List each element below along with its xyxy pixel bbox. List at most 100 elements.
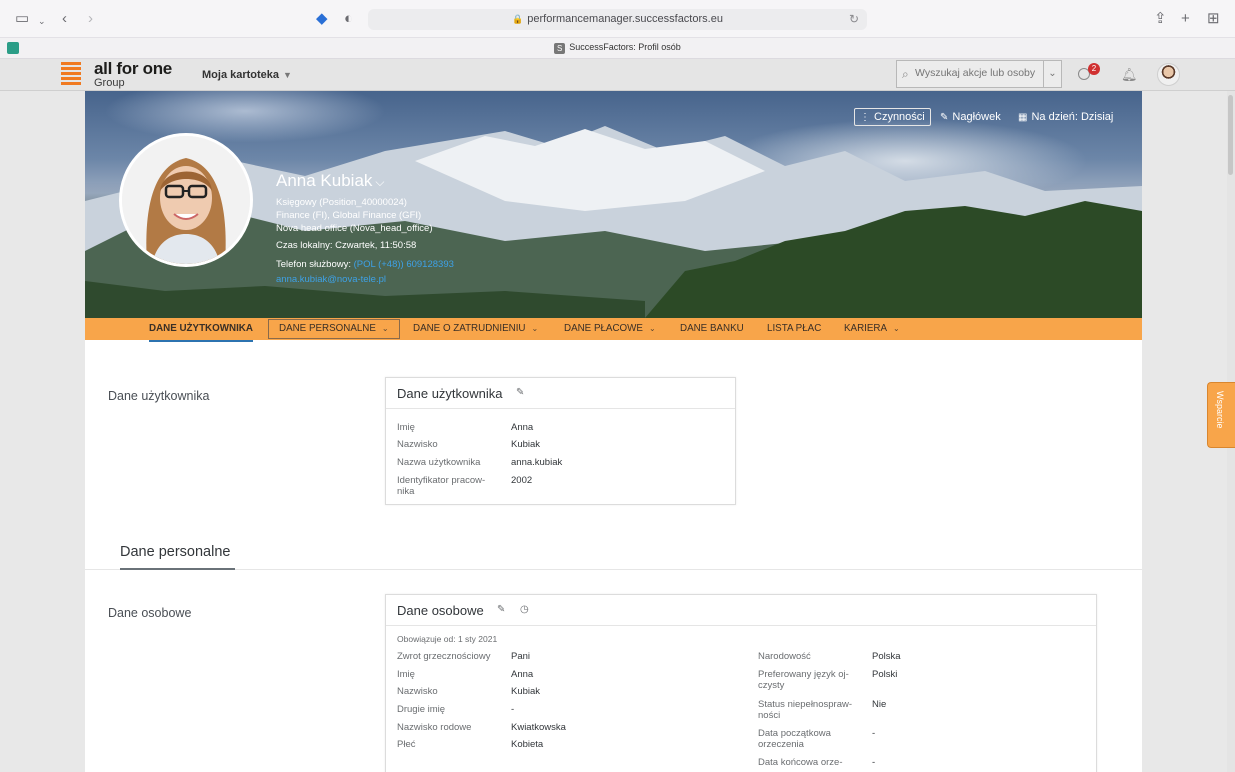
field-value: -: [872, 728, 876, 739]
field-label: Nazwisko: [397, 686, 438, 697]
valid-from-text: Obowiązuje od: 1 sty 2021: [397, 634, 498, 644]
module-menu[interactable]: Moja kartoteka ▼: [202, 69, 292, 81]
pencil-icon[interactable]: ✎: [516, 387, 524, 398]
field-value: Kwiatkowska: [511, 722, 566, 733]
field-value: Anna: [511, 669, 534, 680]
address-bar[interactable]: 🔒 performancemanager.successfactors.eu ↻: [368, 9, 867, 30]
forward-arrow-icon[interactable]: ›: [88, 10, 93, 28]
sidebar-toggle-icon[interactable]: ▭: [15, 10, 29, 28]
field-label-continued: orzeczenia: [758, 739, 804, 750]
employee-position: Księgowy (Position_40000024): [276, 197, 407, 208]
global-search[interactable]: ⌕ ⌄: [896, 60, 1062, 88]
scrollbar-thumb[interactable]: [1228, 95, 1233, 175]
field-value: anna.kubiak: [511, 457, 563, 468]
tab-label: DANE PERSONALNE: [279, 323, 376, 334]
field-label: Narodowość: [758, 651, 811, 662]
employee-email: anna.kubiak@nova-tele.pl: [276, 273, 386, 286]
page-gutter-left: [0, 91, 85, 772]
personal-data-card: Dane osobowe ✎ ◷ Obowiązuje od: 1 sty 20…: [385, 594, 1097, 772]
email-link[interactable]: anna.kubiak@nova-tele.pl: [276, 274, 386, 285]
tab-label: DANE UŻYTKOWNIKA: [149, 323, 253, 334]
employee-name-text: Anna Kubiak: [276, 171, 373, 190]
field-label: Imię: [397, 422, 415, 433]
card-title: Dane użytkownika: [397, 386, 503, 401]
company-logo-icon[interactable]: [61, 62, 81, 88]
field-value: Kobieta: [511, 739, 544, 750]
employee-name[interactable]: Anna Kubiak ⌵: [276, 171, 385, 191]
calendar-icon: ▦: [1018, 112, 1028, 123]
field-label: Identyfikator pracow-: [397, 475, 486, 486]
phone-label: Telefon służbowy:: [276, 259, 351, 270]
chevron-down-icon: ⌄: [381, 324, 389, 333]
search-dropdown-icon[interactable]: ⌄: [1043, 61, 1061, 87]
header-edit-label: Nagłówek: [952, 111, 1001, 123]
chevron-down-icon: ⌄: [531, 324, 539, 333]
tab-label: DANE BANKU: [680, 323, 744, 334]
tab-lista-plac[interactable]: LISTA PŁAC: [767, 318, 821, 340]
field-label-continued: ności: [758, 710, 781, 721]
header-edit-button[interactable]: ✎ Nagłówek: [940, 108, 1001, 126]
user-avatar[interactable]: [1157, 63, 1180, 86]
employee-department: Finance (FI), Global Finance (GFI): [276, 210, 422, 221]
as-of-date-label: Na dzień: Dzisiaj: [1031, 111, 1114, 123]
card-header: Dane użytkownika ✎: [386, 378, 735, 409]
field-value: Kubiak: [511, 439, 541, 450]
tab-label: KARIERA: [844, 323, 888, 334]
tab-title: SuccessFactors: Profil osób: [569, 42, 681, 52]
search-input[interactable]: [915, 67, 1043, 79]
chevron-down-icon[interactable]: ⌄: [38, 12, 46, 30]
back-arrow-icon[interactable]: ‹: [62, 10, 67, 28]
field-label: Data początkowa: [758, 728, 831, 739]
notification-bell-icon[interactable]: 🔔︎: [1121, 67, 1138, 83]
card-title: Dane osobowe: [397, 603, 484, 618]
history-clock-icon[interactable]: ◷: [520, 604, 529, 615]
more-vertical-icon: ⋮: [860, 112, 870, 123]
actions-button[interactable]: ⋮ Czynności: [854, 108, 931, 126]
tab-label: LISTA PŁAC: [767, 323, 822, 334]
field-value: Polska: [872, 651, 901, 662]
tab-strip: S SuccessFactors: Profil osób: [0, 38, 1235, 59]
pencil-icon: ✎: [940, 112, 949, 123]
support-tab-label: Wsparcie: [1215, 391, 1225, 429]
field-value: -: [872, 757, 876, 768]
tab-kariera[interactable]: KARIERA ⌄: [844, 318, 900, 340]
chevron-down-icon: ⌄: [648, 324, 656, 333]
chevron-down-icon[interactable]: ⌵: [375, 175, 384, 189]
field-label: Drugie imię: [397, 704, 446, 715]
field-value: 2002: [511, 475, 533, 486]
employee-local-time: Czas lokalny: Czwartek, 11:50:58: [276, 240, 417, 251]
profile-nav-bar: DANE UŻYTKOWNIKA DANE PERSONALNE ⌄ DANE O…: [85, 318, 1142, 342]
reload-icon[interactable]: ↻: [849, 9, 859, 30]
tab-dane-uzytkownika[interactable]: DANE UŻYTKOWNIKA: [149, 318, 253, 342]
active-tab[interactable]: S SuccessFactors: Profil osób: [0, 42, 1235, 54]
section-heading-personal: Dane personalne: [120, 544, 231, 560]
share-icon[interactable]: ⇪: [1154, 10, 1167, 28]
pencil-icon[interactable]: ✎: [497, 604, 505, 615]
profile-photo-image: [122, 136, 250, 264]
profile-page: ⋮ Czynności ✎ Nagłówek ▦ Na dzień: Dzisiaj …: [85, 91, 1142, 772]
support-tab[interactable]: Wsparcie: [1207, 382, 1235, 448]
lock-icon: 🔒: [512, 14, 524, 24]
field-value: Kubiak: [511, 686, 541, 697]
employee-location: Nova head office (Nova_head_office): [276, 223, 433, 234]
employee-phone: Telefon służbowy: (POL (+48)) 609128393: [276, 258, 454, 271]
tab-dane-placowe[interactable]: DANE PŁACOWE ⌄: [564, 318, 656, 340]
tab-dane-personalne[interactable]: DANE PERSONALNE ⌄: [268, 319, 400, 339]
as-of-date-button[interactable]: ▦ Na dzień: Dzisiaj: [1018, 108, 1113, 126]
company-logo-text: all for one: [94, 59, 172, 78]
profile-photo[interactable]: [119, 133, 253, 267]
profile-header-banner: ⋮ Czynności ✎ Nagłówek ▦ Na dzień: Dzisiaj …: [85, 91, 1142, 318]
field-label: Nazwisko rodowe: [397, 722, 472, 733]
shield-extension-icon[interactable]: ◆: [316, 10, 328, 28]
field-label: Zwrot grzecznościowy: [397, 651, 491, 662]
caret-down-icon: ▼: [283, 70, 292, 80]
tab-overview-icon[interactable]: ⊞: [1207, 10, 1220, 28]
new-tab-plus-icon[interactable]: +: [1181, 10, 1190, 28]
section-divider: [85, 569, 1142, 570]
phone-link[interactable]: (POL (+48)) 609128393: [354, 259, 454, 270]
pinned-extension-icon[interactable]: [7, 42, 19, 54]
section-heading-underline: [120, 568, 235, 570]
privacy-shield-icon[interactable]: ◐: [344, 10, 353, 28]
tab-dane-banku[interactable]: DANE BANKU: [680, 318, 744, 340]
tab-dane-o-zatrudnieniu[interactable]: DANE O ZATRUDNIENIU ⌄: [413, 318, 538, 340]
